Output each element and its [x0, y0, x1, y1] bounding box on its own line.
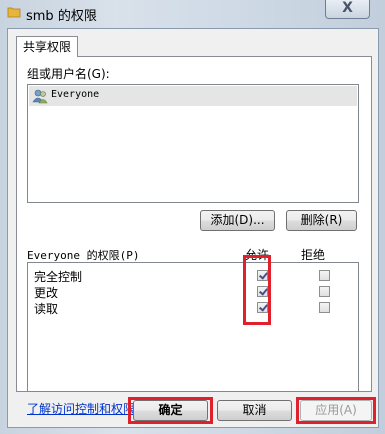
- title-bar: smb 的权限 X: [0, 0, 385, 28]
- permission-name: 更改: [34, 286, 59, 300]
- permission-name: 读取: [34, 302, 59, 316]
- permission-row-full-control: 完全控制: [28, 268, 348, 284]
- group-or-user-label: 组或用户名(G):: [27, 67, 110, 81]
- close-button[interactable]: X: [325, 0, 370, 19]
- permissions-dialog: 共享权限 组或用户名(G): Everyone 添加(D)... 删除(R) E…: [7, 28, 379, 428]
- user-name: Everyone: [51, 89, 100, 100]
- permission-name: 完全控制: [34, 270, 83, 284]
- deny-column-header: 拒绝: [301, 248, 326, 262]
- help-link[interactable]: 了解访问控制和权限: [27, 400, 135, 417]
- allow-full-control-checkbox[interactable]: [257, 270, 268, 281]
- list-item[interactable]: Everyone: [29, 86, 357, 106]
- ok-button[interactable]: 确定: [133, 400, 208, 421]
- folder-icon: [7, 7, 21, 18]
- tab-share-permissions[interactable]: 共享权限: [16, 36, 78, 57]
- add-button[interactable]: 添加(D)...: [200, 210, 275, 231]
- window-title: smb 的权限: [26, 9, 97, 24]
- permissions-list: 完全控制 更改 读取: [27, 262, 359, 392]
- cancel-button[interactable]: 取消: [217, 400, 292, 421]
- allow-read-checkbox[interactable]: [257, 302, 268, 313]
- permissions-for-label: Everyone 的权限(P): [27, 249, 140, 262]
- remove-button[interactable]: 删除(R): [286, 210, 357, 231]
- deny-read-checkbox[interactable]: [319, 302, 330, 313]
- allow-column-header: 允许: [245, 248, 270, 262]
- deny-full-control-checkbox[interactable]: [319, 270, 330, 281]
- tab-panel: 组或用户名(G): Everyone 添加(D)... 删除(R) Everyo…: [16, 56, 372, 416]
- users-group-icon: [32, 89, 48, 104]
- user-list[interactable]: Everyone: [27, 84, 359, 203]
- deny-change-checkbox[interactable]: [319, 286, 330, 297]
- permission-row-change: 更改: [28, 284, 348, 300]
- permission-row-read: 读取: [28, 300, 348, 316]
- apply-button[interactable]: 应用(A): [300, 400, 372, 421]
- allow-change-checkbox[interactable]: [257, 286, 268, 297]
